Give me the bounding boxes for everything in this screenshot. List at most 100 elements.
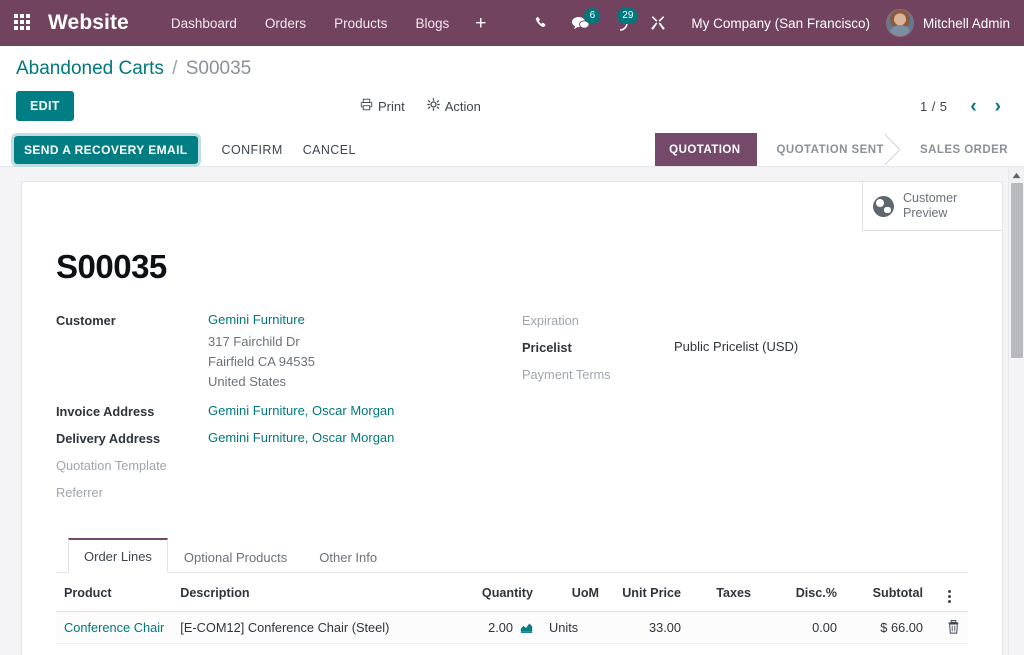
trash-icon[interactable] bbox=[947, 620, 960, 634]
field-expiration: Expiration bbox=[522, 312, 968, 328]
field-quotation-template-label: Quotation Template bbox=[56, 457, 208, 473]
tab-optional-products[interactable]: Optional Products bbox=[168, 540, 303, 573]
messages-icon[interactable]: 6 bbox=[560, 11, 601, 35]
menu-item-dashboard[interactable]: Dashboard bbox=[157, 10, 251, 37]
form-sheet: Customer Preview S00035 Customer Gemini … bbox=[21, 181, 1003, 655]
right-field-column: Expiration Pricelist Public Pricelist (U… bbox=[512, 312, 968, 511]
cell-unit-price[interactable]: 33.00 bbox=[607, 612, 689, 644]
edit-button[interactable]: EDIT bbox=[16, 91, 74, 121]
field-delivery-address-label: Delivery Address bbox=[56, 430, 208, 446]
cell-discount[interactable]: 0.00 bbox=[759, 612, 845, 644]
stage-sales-order-label: SALES ORDER bbox=[920, 144, 1008, 156]
cell-description[interactable]: [E-COM12] Conference Chair (Steel) bbox=[172, 612, 446, 644]
scrollbar-thumb[interactable] bbox=[1011, 183, 1023, 358]
avatar bbox=[886, 9, 914, 37]
action-menu[interactable]: Action bbox=[427, 98, 481, 114]
order-lines-body: Conference Chair [E-COM12] Conference Ch… bbox=[56, 612, 968, 644]
gear-icon bbox=[427, 98, 440, 114]
cell-delete[interactable] bbox=[931, 612, 968, 644]
header-row: Product Description Quantity UoM Unit Pr… bbox=[56, 573, 968, 612]
field-referrer-label: Referrer bbox=[56, 484, 208, 500]
field-delivery-address-value[interactable]: Gemini Furniture, Oscar Morgan bbox=[208, 430, 394, 445]
invoice-address-link[interactable]: Gemini Furniture, Oscar Morgan bbox=[208, 403, 394, 418]
debug-tools-wrench-icon[interactable] bbox=[639, 11, 677, 35]
send-recovery-email-button[interactable]: SEND A RECOVERY EMAIL bbox=[14, 136, 198, 164]
main-menu: Dashboard Orders Products Blogs + bbox=[157, 10, 498, 37]
menu-item-orders[interactable]: Orders bbox=[251, 10, 320, 37]
activities-badge: 29 bbox=[617, 8, 638, 24]
col-quantity[interactable]: Quantity bbox=[446, 573, 541, 612]
customer-link[interactable]: Gemini Furniture bbox=[208, 312, 305, 327]
col-taxes[interactable]: Taxes bbox=[689, 573, 759, 612]
stage-quotation-label: QUOTATION bbox=[669, 144, 740, 156]
field-invoice-address-value[interactable]: Gemini Furniture, Oscar Morgan bbox=[208, 403, 394, 418]
status-pipeline: QUOTATION QUOTATION SENT SALES ORDER bbox=[655, 133, 1024, 166]
stage-sales-order[interactable]: SALES ORDER bbox=[900, 133, 1024, 166]
field-pricelist-value[interactable]: Public Pricelist (USD) bbox=[674, 339, 798, 354]
pager-next-button[interactable]: › bbox=[988, 97, 1008, 116]
pager-previous-button[interactable]: ‹ bbox=[963, 97, 983, 116]
printer-icon bbox=[360, 98, 373, 114]
field-invoice-address-label: Invoice Address bbox=[56, 403, 208, 419]
action-label: Action bbox=[445, 99, 481, 114]
breadcrumb: Abandoned Carts / S00035 bbox=[16, 58, 1008, 80]
forecast-chart-icon[interactable] bbox=[520, 622, 533, 633]
user-menu[interactable]: Mitchell Admin bbox=[886, 9, 1010, 37]
customer-preview-button[interactable]: Customer Preview bbox=[862, 182, 1002, 231]
scrollbar-track[interactable] bbox=[1009, 183, 1024, 655]
stage-quotation-sent-label: QUOTATION SENT bbox=[777, 144, 884, 156]
cancel-button[interactable]: CANCEL bbox=[293, 137, 366, 163]
subtotal-value: $ 66.00 bbox=[880, 620, 923, 635]
confirm-button[interactable]: CONFIRM bbox=[212, 137, 293, 163]
cell-uom[interactable]: Units bbox=[541, 612, 607, 644]
print-menu[interactable]: Print bbox=[360, 98, 405, 114]
field-customer: Customer Gemini Furniture bbox=[56, 312, 512, 328]
cell-quantity[interactable]: 2.00 bbox=[446, 612, 541, 644]
product-link[interactable]: Conference Chair bbox=[64, 620, 164, 635]
control-panel-actions: Print Action bbox=[360, 98, 481, 114]
field-payment-terms-label: Payment Terms bbox=[522, 366, 674, 382]
address-line-1: 317 Fairchild Dr bbox=[208, 332, 315, 352]
col-discount[interactable]: Disc.% bbox=[759, 573, 845, 612]
cell-taxes[interactable] bbox=[689, 612, 759, 644]
top-navbar: Website Dashboard Orders Products Blogs … bbox=[0, 0, 1024, 46]
spacer-label bbox=[56, 332, 208, 333]
col-subtotal[interactable]: Subtotal bbox=[845, 573, 931, 612]
breadcrumb-parent-link[interactable]: Abandoned Carts bbox=[16, 58, 164, 79]
column-options-button[interactable] bbox=[931, 573, 968, 612]
page-title: S00035 bbox=[56, 248, 968, 286]
col-unit-price[interactable]: Unit Price bbox=[607, 573, 689, 612]
delivery-address-link[interactable]: Gemini Furniture, Oscar Morgan bbox=[208, 430, 394, 445]
field-delivery-address: Delivery Address Gemini Furniture, Oscar… bbox=[56, 430, 512, 446]
form-scroll-area: Customer Preview S00035 Customer Gemini … bbox=[0, 167, 1024, 655]
field-customer-label: Customer bbox=[56, 312, 208, 328]
col-description[interactable]: Description bbox=[172, 573, 446, 612]
app-brand-website[interactable]: Website bbox=[48, 11, 129, 35]
tab-other-info[interactable]: Other Info bbox=[303, 540, 393, 573]
stage-quotation-sent[interactable]: QUOTATION SENT bbox=[757, 133, 900, 166]
customer-address-block: 317 Fairchild Dr Fairfield CA 94535 Unit… bbox=[208, 332, 315, 392]
field-invoice-address: Invoice Address Gemini Furniture, Oscar … bbox=[56, 403, 512, 419]
menu-item-blogs[interactable]: Blogs bbox=[401, 10, 463, 37]
vertical-scrollbar[interactable] bbox=[1008, 167, 1024, 655]
phone-icon[interactable] bbox=[523, 12, 560, 35]
col-uom[interactable]: UoM bbox=[541, 573, 607, 612]
field-payment-terms: Payment Terms bbox=[522, 366, 968, 382]
col-product[interactable]: Product bbox=[56, 573, 172, 612]
table-row[interactable]: Conference Chair [E-COM12] Conference Ch… bbox=[56, 612, 968, 644]
plus-icon[interactable]: + bbox=[463, 12, 498, 35]
cell-subtotal: $ 66.00 bbox=[845, 612, 931, 644]
apps-grid-icon[interactable] bbox=[14, 14, 36, 32]
field-pricelist: Pricelist Public Pricelist (USD) bbox=[522, 339, 968, 355]
field-customer-value[interactable]: Gemini Furniture bbox=[208, 312, 305, 327]
kebab-options-icon[interactable] bbox=[948, 590, 951, 603]
company-switcher[interactable]: My Company (San Francisco) bbox=[677, 16, 886, 31]
stage-quotation[interactable]: QUOTATION bbox=[655, 133, 756, 166]
tab-order-lines[interactable]: Order Lines bbox=[68, 538, 168, 573]
menu-item-products[interactable]: Products bbox=[320, 10, 401, 37]
scroll-up-arrow-icon[interactable] bbox=[1009, 167, 1024, 183]
sheet-button-box-row: Customer Preview bbox=[22, 182, 1002, 232]
field-customer-address: 317 Fairchild Dr Fairfield CA 94535 Unit… bbox=[56, 332, 512, 392]
activities-clock-icon[interactable]: 29 bbox=[601, 11, 639, 35]
cell-product[interactable]: Conference Chair bbox=[56, 612, 172, 644]
